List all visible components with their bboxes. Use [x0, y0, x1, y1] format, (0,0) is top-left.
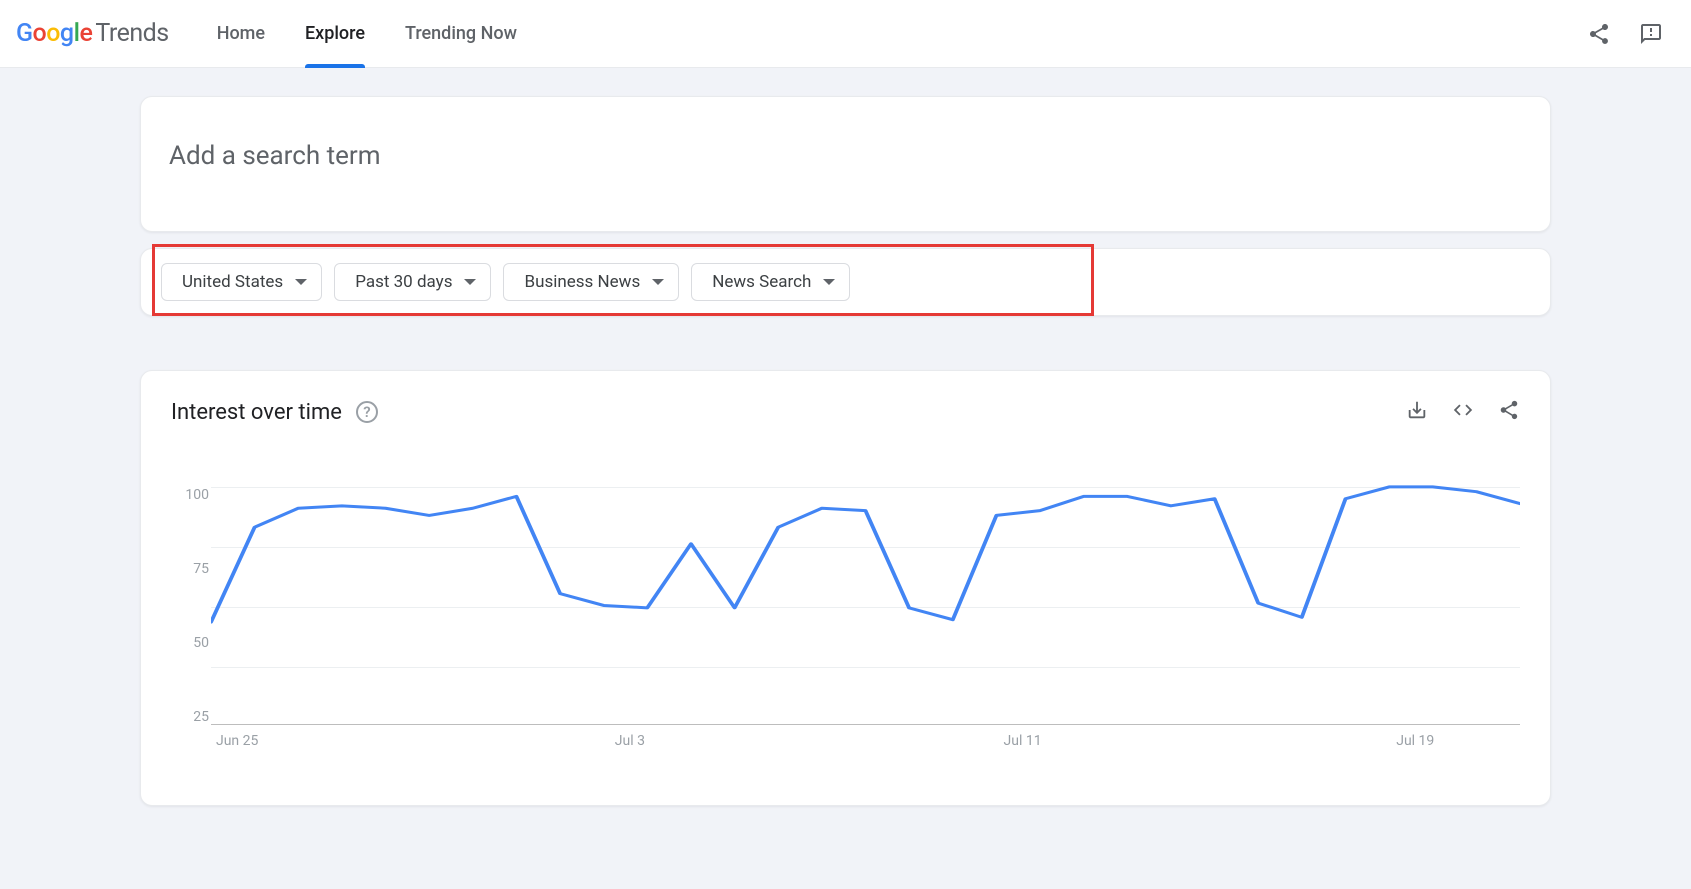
- y-axis: 100755025: [171, 465, 209, 725]
- filter-category[interactable]: Business News: [503, 263, 679, 301]
- filter-region-label: United States: [182, 272, 283, 292]
- feedback-icon[interactable]: [1639, 22, 1663, 46]
- chevron-down-icon: [652, 279, 664, 285]
- main-nav: Home Explore Trending Now: [217, 0, 517, 67]
- interest-over-time-card: Interest over time ? 100755025: [140, 370, 1551, 806]
- filter-region[interactable]: United States: [161, 263, 322, 301]
- header-actions: [1587, 22, 1663, 46]
- search-term-card[interactable]: Add a search term: [140, 96, 1551, 232]
- nav-trending-now[interactable]: Trending Now: [405, 0, 517, 67]
- chart-plot-area: 100755025 Jun 25Jul 3Jul 11Jul 19: [171, 465, 1520, 765]
- share-icon[interactable]: [1587, 22, 1611, 46]
- share-chart-icon[interactable]: [1498, 399, 1520, 425]
- chevron-down-icon: [464, 279, 476, 285]
- help-icon[interactable]: ?: [356, 401, 378, 423]
- line-chart-svg: [211, 465, 1520, 724]
- x-axis: Jun 25Jul 3Jul 11Jul 19: [211, 733, 1520, 761]
- filter-search-type-label: News Search: [712, 272, 811, 292]
- filter-time[interactable]: Past 30 days: [334, 263, 491, 301]
- logo-google-trends[interactable]: Google Trends: [16, 19, 169, 48]
- filter-time-label: Past 30 days: [355, 272, 452, 292]
- nav-explore[interactable]: Explore: [305, 0, 365, 67]
- chevron-down-icon: [823, 279, 835, 285]
- filters-card: United States Past 30 days Business News…: [140, 248, 1551, 316]
- filter-search-type[interactable]: News Search: [691, 263, 850, 301]
- search-placeholder: Add a search term: [169, 141, 1522, 171]
- download-icon[interactable]: [1406, 399, 1428, 425]
- chevron-down-icon: [295, 279, 307, 285]
- filter-category-label: Business News: [524, 272, 640, 292]
- nav-home[interactable]: Home: [217, 0, 265, 67]
- chart-title: Interest over time: [171, 400, 342, 425]
- app-header: Google Trends Home Explore Trending Now: [0, 0, 1691, 68]
- embed-icon[interactable]: [1452, 399, 1474, 425]
- chart-plot: [211, 465, 1520, 725]
